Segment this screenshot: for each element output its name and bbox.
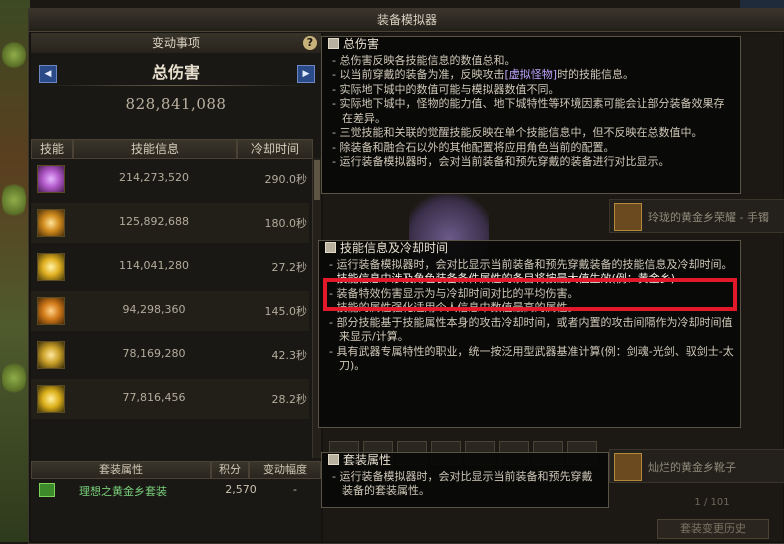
tooltip-title: 套装属性 <box>322 453 608 468</box>
set-change: - <box>293 483 297 496</box>
item-name: 灿烂的黄金乡靴子 <box>648 461 736 474</box>
tooltip-title: 技能信息及冷却时间 <box>319 241 740 256</box>
tooltip-set-attribute: 套装属性 - 运行装备模拟器时，会对比显示当前装备和预先穿戴装备的套装属性。 <box>321 452 609 508</box>
skill-damage: 114,041,280 <box>119 259 189 272</box>
set-icon <box>39 483 55 497</box>
set-history-button[interactable]: 套装变更历史 <box>657 519 769 539</box>
tooltip-line: - 运行装备模拟器时，会对比显示当前装备和预先穿戴装备的套装属性。 <box>332 469 593 498</box>
skill-damage: 125,892,688 <box>119 215 189 228</box>
skill-row[interactable]: 214,273,520 290.0秒 <box>31 159 309 199</box>
skill-cooldown: 42.3秒 <box>271 349 308 362</box>
tooltip-line: - 部分技能基于技能属性本身的攻击冷却时间，或者内置的攻击间隔作为冷却时间值来显… <box>329 315 733 344</box>
changes-header-label: 变动事项 <box>151 36 200 50</box>
skill-icon <box>37 253 65 281</box>
skill-row[interactable]: 77,816,456 28.2秒 <box>31 379 309 419</box>
set-score: 2,570 <box>225 483 257 496</box>
skill-row[interactable]: 125,892,688 180.0秒 <box>31 203 309 243</box>
tooltip-line: - 运行装备模拟器时，会对比显示当前装备和预先穿戴装备的技能信息及冷却时间。 <box>329 257 733 271</box>
help-icon[interactable]: ? <box>303 36 317 50</box>
skill-row[interactable]: 114,041,280 27.2秒 <box>31 247 309 287</box>
scrollbar-thumb[interactable] <box>314 160 320 200</box>
tooltip-skill-info: 技能信息及冷却时间 - 运行装备模拟器时，会对比显示当前装备和预先穿戴装备的技能… <box>318 240 741 428</box>
skill-damage: 214,273,520 <box>119 171 189 184</box>
foliage-decoration <box>2 360 26 396</box>
boots-icon <box>614 453 642 481</box>
total-damage-value: 828,841,088 <box>125 95 227 113</box>
bracelet-icon <box>614 203 642 231</box>
tooltip-line: - 除装备和融合石以外的其他配置将应用角色当前的配置。 <box>332 140 615 154</box>
foliage-decoration <box>2 40 26 70</box>
skill-icon <box>37 297 65 325</box>
skill-row[interactable]: 78,169,280 42.3秒 <box>31 335 309 375</box>
tooltip-line: - 实际地下城中，怪物的能力值、地下城特性等环境因素可能会让部分装备效果存在差异… <box>332 97 725 125</box>
skill-icon <box>37 385 65 413</box>
changes-header: 变动事项 ? <box>31 33 321 53</box>
skill-damage: 94,298,360 <box>122 303 186 316</box>
tooltip-line: - 运行装备模拟器时，会对当前装备和预先穿戴的装备进行对比显示。 <box>332 155 670 168</box>
next-arrow-button[interactable]: ▶ <box>297 65 315 83</box>
tooltip-line: - 具有武器专属特性的职业，统一按泛用型武器基准计算(例：剑魂-光剑、驭剑士-太… <box>329 344 734 373</box>
changes-panel: 变动事项 ? ◀ 总伤害 ▶ 828,841,088 技能 技能信息 冷却时间 … <box>31 33 321 541</box>
skill-cooldown: 28.2秒 <box>271 393 308 406</box>
tooltip-line: - 实际地下城中的数值可能与模拟器数值不同。 <box>332 82 560 96</box>
tooltip-line: - 总伤害反映各技能信息的数值总和。 <box>332 53 516 67</box>
page-indicator: 1 / 101 <box>694 497 730 508</box>
item-row[interactable]: 玲珑的黄金乡荣耀 - 手镯 <box>609 199 784 233</box>
skill-cooldown: 290.0秒 <box>264 173 308 186</box>
set-name[interactable]: 理想之黄金乡套装 <box>79 483 167 499</box>
tooltip-line: - 以当前穿戴的装备为准，反映攻击[虚拟怪物]时的技能信息。 <box>332 68 635 81</box>
window-title[interactable]: 装备模拟器 <box>29 9 784 32</box>
highlight-box <box>323 278 737 311</box>
background-left-scenery <box>0 0 30 542</box>
skill-row[interactable]: 94,298,360 145.0秒 <box>31 291 309 331</box>
skill-damage: 77,816,456 <box>122 391 186 404</box>
bullet-icon <box>328 38 339 49</box>
column-set-attribute: 套装属性 <box>31 461 211 479</box>
skill-icon <box>37 341 65 369</box>
skill-icon <box>37 209 65 237</box>
skill-cooldown: 145.0秒 <box>264 305 308 318</box>
column-score: 积分 <box>211 461 249 479</box>
column-change: 变动幅度 <box>249 461 321 479</box>
item-name: 玲珑的黄金乡荣耀 - 手镯 <box>648 211 769 224</box>
tooltip-line: - 三觉技能和关联的觉醒技能反映在单个技能信息中，但不反映在总数值中。 <box>332 126 703 139</box>
column-skill-info: 技能信息 <box>73 139 237 159</box>
bullet-icon <box>328 454 339 465</box>
tooltip-total-damage: 总伤害 - 总伤害反映各技能信息的数值总和。 - 以当前穿戴的装备为准，反映攻击… <box>321 36 741 194</box>
column-skill: 技能 <box>31 139 73 159</box>
divider <box>41 85 311 86</box>
skill-cooldown: 27.2秒 <box>271 261 308 274</box>
tooltip-title: 总伤害 <box>322 37 740 52</box>
skill-cooldown: 180.0秒 <box>264 217 308 230</box>
item-row[interactable]: 灿烂的黄金乡靴子 <box>609 449 784 483</box>
skill-damage: 78,169,280 <box>122 347 186 360</box>
foliage-decoration <box>2 180 26 220</box>
bullet-icon <box>325 242 336 253</box>
column-cooldown: 冷却时间 <box>237 139 313 159</box>
virtual-monster-link: [虚拟怪物] <box>504 68 558 81</box>
total-damage-title: 总伤害 <box>151 63 200 82</box>
skill-icon <box>37 165 65 193</box>
